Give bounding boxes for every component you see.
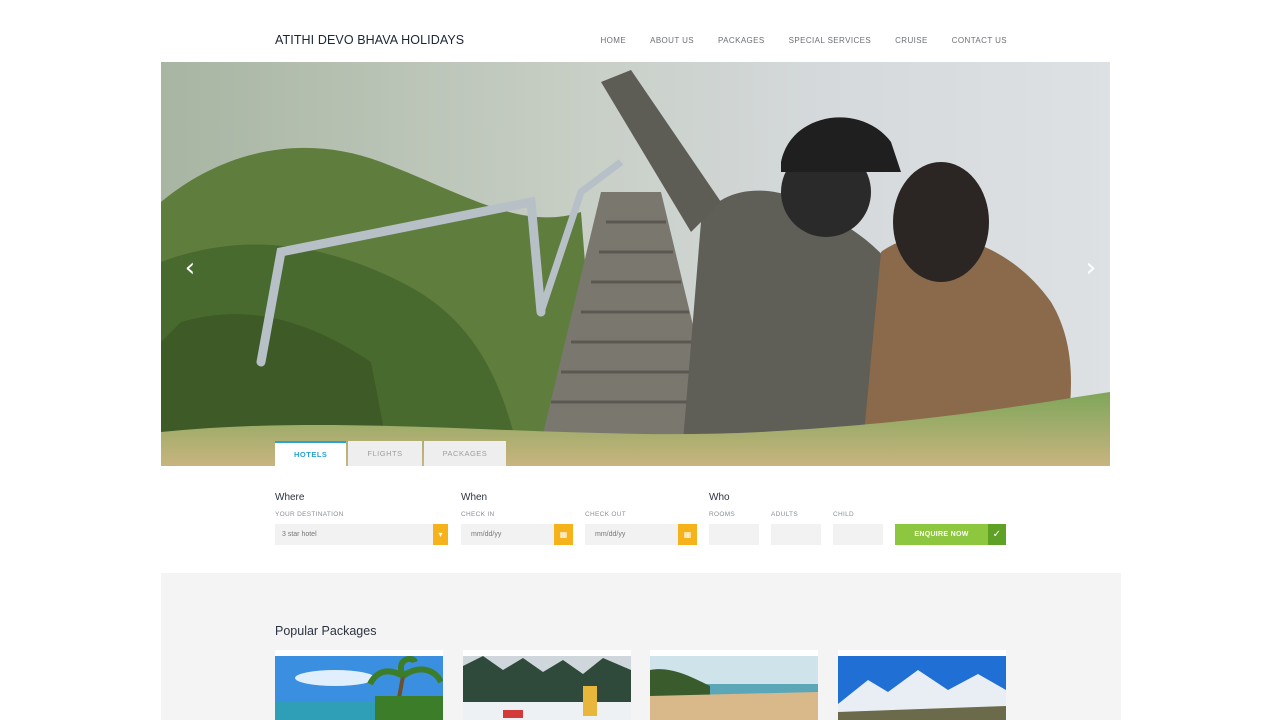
package-card[interactable] — [275, 650, 443, 720]
nav-special-services[interactable]: SPECIAL SERVICES — [789, 36, 871, 45]
nav-about-us[interactable]: ABOUT US — [650, 36, 694, 45]
package-card[interactable] — [463, 650, 631, 720]
adults-input[interactable] — [771, 524, 821, 545]
beach-palm-image — [275, 656, 443, 720]
where-heading: Where — [275, 492, 305, 503]
tab-hotels[interactable]: HOTELS — [275, 441, 347, 466]
who-heading: Who — [709, 492, 730, 503]
package-card[interactable] — [650, 650, 818, 720]
checkout-label: CHECK OUT — [585, 511, 626, 518]
hero-slider-image — [161, 62, 1110, 466]
snow-forest-image — [463, 656, 631, 720]
dropdown-caret-icon[interactable]: ▾ — [433, 524, 448, 545]
package-card[interactable] — [838, 650, 1006, 720]
tab-flights[interactable]: FLIGHTS — [348, 441, 422, 466]
enquire-now-label: ENQUIRE NOW — [914, 531, 969, 538]
checkmark-icon: ✓ — [988, 524, 1006, 545]
calendar-icon[interactable]: ▦ — [678, 524, 697, 545]
tab-packages[interactable]: PACKAGES — [423, 441, 507, 466]
checkout-input[interactable]: mm/dd/yy — [585, 524, 678, 545]
child-label: CHILD — [833, 511, 855, 518]
nav-packages[interactable]: PACKAGES — [718, 36, 765, 45]
destination-label: YOUR DESTINATION — [275, 511, 344, 518]
checkin-input[interactable]: mm/dd/yy — [461, 524, 554, 545]
checkin-label: CHECK IN — [461, 511, 495, 518]
packages-title: Popular Packages — [275, 624, 377, 638]
adults-label: ADULTS — [771, 511, 798, 518]
nav-home[interactable]: HOME — [600, 36, 626, 45]
site-header: ATITHI DEVO BHAVA HOLIDAYS HOME ABOUT US… — [0, 0, 1280, 62]
when-heading: When — [461, 492, 488, 503]
snowy-mountains-image — [838, 656, 1006, 720]
calendar-icon[interactable]: ▦ — [554, 524, 573, 545]
search-tabs: HOTELS FLIGHTS PACKAGES — [275, 441, 508, 466]
slider-next-button[interactable]: › — [1082, 255, 1100, 281]
nav-contact-us[interactable]: CONTACT US — [952, 36, 1007, 45]
rooms-input[interactable] — [709, 524, 759, 545]
nav-cruise[interactable]: CRUISE — [895, 36, 928, 45]
hero-photo — [161, 62, 1110, 466]
child-input[interactable] — [833, 524, 883, 545]
main-nav: HOME ABOUT US PACKAGES SPECIAL SERVICES … — [600, 36, 1007, 45]
rooms-label: ROOMS — [709, 511, 736, 518]
sandy-beach-image — [650, 656, 818, 720]
enquire-now-button[interactable]: ENQUIRE NOW ✓ — [895, 524, 1006, 545]
destination-select[interactable]: 3 star hotel — [275, 524, 433, 545]
slider-prev-button[interactable]: ‹ — [181, 255, 199, 281]
site-brand[interactable]: ATITHI DEVO BHAVA HOLIDAYS — [275, 33, 464, 47]
